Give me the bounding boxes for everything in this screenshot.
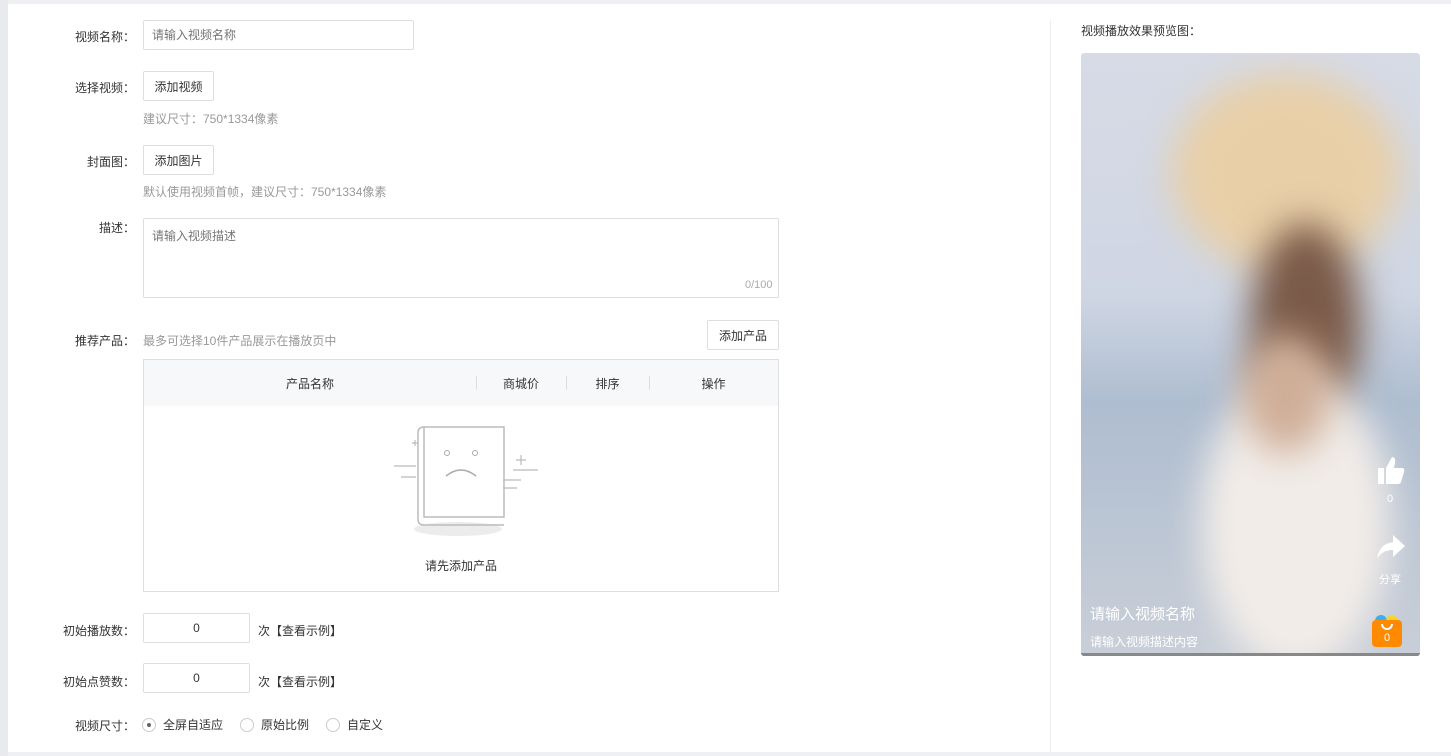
desc-label: 描述：	[98, 221, 135, 235]
empty-state-icon	[394, 426, 538, 536]
play-example-link[interactable]: 【查看示例】	[270, 622, 342, 639]
add-product-button[interactable]: 添加产品	[707, 320, 779, 350]
video-size-radio-group: 全屏自适应 原始比例 自定义	[142, 716, 383, 733]
play-count-label: 初始播放数：	[62, 624, 135, 638]
video-name-input[interactable]	[143, 20, 414, 50]
radio-custom[interactable]: 自定义	[326, 716, 383, 733]
radio-dot[interactable]	[142, 717, 156, 732]
cart-icon[interactable]: 0	[1372, 615, 1402, 647]
col-sort: 排序	[595, 376, 620, 391]
products-label: 推荐产品：	[74, 334, 135, 348]
like-count-input[interactable]	[143, 663, 250, 693]
preview-title: 视频播放效果预览图：	[1081, 24, 1202, 38]
add-image-button[interactable]: 添加图片	[143, 145, 214, 175]
cover-hint: 默认使用视频首帧，建议尺寸：750*1334像素	[143, 185, 387, 199]
video-hint: 建议尺寸：750*1334像素	[143, 112, 279, 126]
desc-counter: 0/100	[745, 279, 773, 291]
name-label: 视频名称：	[74, 30, 135, 44]
like-example-link[interactable]: 【查看示例】	[270, 673, 342, 690]
table-header: 产品名称 商城价 排序 操作	[144, 360, 778, 406]
radio-dot[interactable]	[326, 717, 341, 732]
share-icon[interactable]	[1375, 533, 1407, 561]
play-unit: 次	[258, 624, 271, 638]
divider	[1050, 20, 1051, 756]
progress-bar[interactable]	[1081, 653, 1420, 656]
play-count-input[interactable]	[143, 613, 250, 643]
like-count-label: 初始点赞数：	[62, 675, 135, 689]
share-label: 分享	[1379, 574, 1401, 586]
like-unit: 次	[258, 675, 271, 689]
radio-fullscreen[interactable]: 全屏自适应	[142, 716, 223, 733]
products-table: 产品名称 商城价 排序 操作 请先添加产品	[143, 359, 779, 592]
radio-original[interactable]: 原始比例	[240, 716, 309, 733]
preview-video-name: 请输入视频名称	[1090, 606, 1196, 623]
products-hint: 最多可选择10件产品展示在播放页中	[143, 334, 337, 348]
add-video-button[interactable]: 添加视频	[143, 71, 214, 101]
col-product-name: 产品名称	[285, 376, 334, 391]
col-actions: 操作	[701, 376, 726, 391]
top-border	[8, 0, 1451, 4]
video-size-label: 视频尺寸：	[74, 719, 135, 733]
empty-text: 请先添加产品	[424, 559, 497, 573]
video-label: 选择视频：	[74, 81, 135, 95]
cover-label: 封面图：	[86, 155, 135, 169]
col-price: 商城价	[502, 376, 539, 391]
left-strip	[0, 0, 8, 756]
like-count: 0	[1386, 493, 1394, 505]
video-preview: 0 分享 请输入视频名称 请输入视频描述内容 0	[1081, 53, 1420, 656]
preview-video-desc: 请输入视频描述内容	[1090, 635, 1199, 649]
like-icon[interactable]	[1375, 455, 1407, 487]
bottom-border	[8, 752, 1451, 756]
cart-count: 0	[1383, 632, 1391, 644]
description-textarea[interactable]	[143, 218, 779, 298]
radio-dot[interactable]	[240, 717, 255, 732]
